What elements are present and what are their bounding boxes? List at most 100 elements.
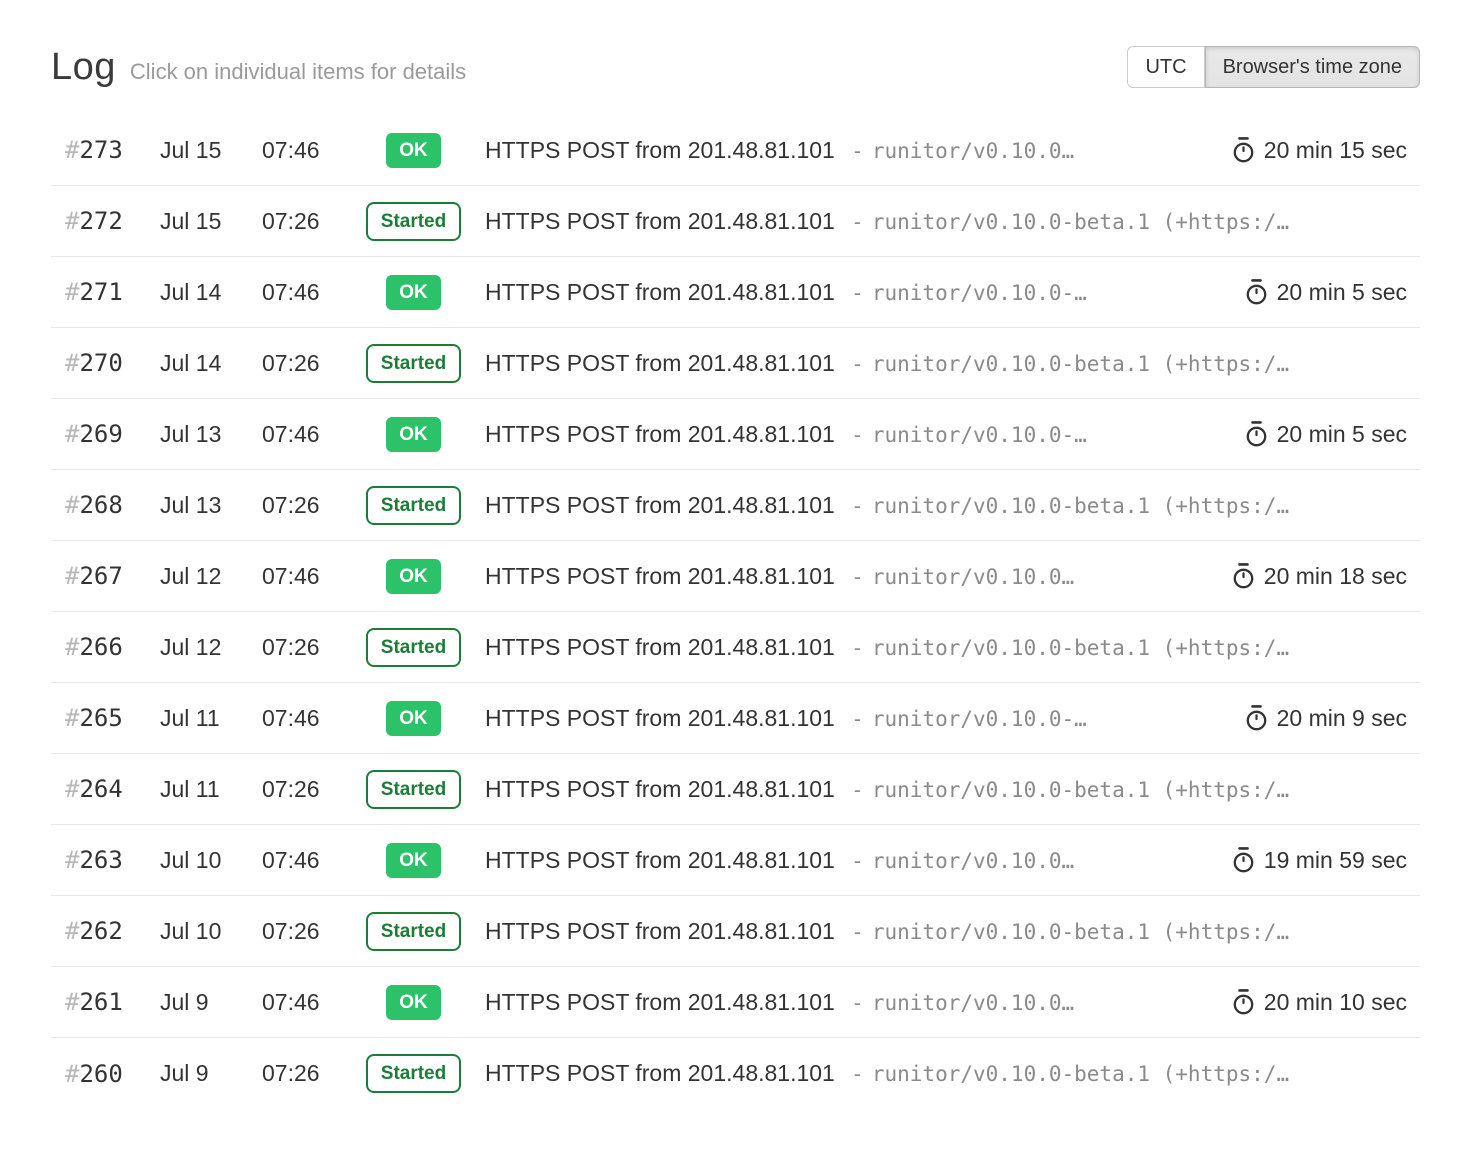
log-row[interactable]: #271 Jul 14 07:46 OK HTTPS POST from 201… xyxy=(51,257,1420,328)
row-number: #270 xyxy=(65,349,160,377)
number-hash: # xyxy=(65,562,79,590)
number-value: 261 xyxy=(79,988,122,1016)
page-header: Log Click on individual items for detail… xyxy=(51,44,1420,90)
number-hash: # xyxy=(65,420,79,448)
number-value: 263 xyxy=(79,846,122,874)
message-main: HTTPS POST from 201.48.81.101 xyxy=(485,350,835,377)
message-agent: runitor/v0.10.0-beta.1 (+https:/… xyxy=(872,494,1289,518)
log-row[interactable]: #270 Jul 14 07:26 Started HTTPS POST fro… xyxy=(51,328,1420,399)
status-cell: Started xyxy=(342,344,485,383)
message-separator: - xyxy=(854,282,861,306)
duration-text: 20 min 15 sec xyxy=(1264,137,1407,164)
row-number: #267 xyxy=(65,562,160,590)
status-badge-ok: OK xyxy=(386,843,441,878)
time-cell: 07:46 xyxy=(262,989,342,1016)
browser-timezone-button[interactable]: Browser's time zone xyxy=(1205,46,1420,88)
message-main: HTTPS POST from 201.48.81.101 xyxy=(485,705,835,732)
stopwatch-icon xyxy=(1232,846,1255,874)
duration-text: 20 min 5 sec xyxy=(1277,421,1407,448)
message-main: HTTPS POST from 201.48.81.101 xyxy=(485,634,835,661)
log-row[interactable]: #260 Jul 9 07:26 Started HTTPS POST from… xyxy=(51,1038,1420,1109)
message: HTTPS POST from 201.48.81.101 - runitor/… xyxy=(485,918,1407,945)
message-separator: - xyxy=(854,140,861,164)
log-row[interactable]: #263 Jul 10 07:46 OK HTTPS POST from 201… xyxy=(51,825,1420,896)
status-badge-started: Started xyxy=(366,344,461,383)
number-hash: # xyxy=(65,278,79,306)
message-agent: runitor/v0.10.0-… xyxy=(872,423,1087,447)
message-main: HTTPS POST from 201.48.81.101 xyxy=(485,137,835,164)
log-row[interactable]: #266 Jul 12 07:26 Started HTTPS POST fro… xyxy=(51,612,1420,683)
row-number: #264 xyxy=(65,775,160,803)
status-cell: Started xyxy=(342,912,485,951)
message-agent: runitor/v0.10.0-beta.1 (+https:/… xyxy=(872,778,1289,802)
status-badge-started: Started xyxy=(366,1054,461,1093)
number-value: 270 xyxy=(79,349,122,377)
message: HTTPS POST from 201.48.81.101 - runitor/… xyxy=(485,776,1407,803)
number-hash: # xyxy=(65,633,79,661)
row-number: #268 xyxy=(65,491,160,519)
message-separator: - xyxy=(854,637,861,661)
message-agent: runitor/v0.10.0-… xyxy=(872,707,1087,731)
message-main: HTTPS POST from 201.48.81.101 xyxy=(485,208,835,235)
duration-text: 20 min 5 sec xyxy=(1277,279,1407,306)
message-separator: - xyxy=(854,779,861,803)
log-row[interactable]: #267 Jul 12 07:46 OK HTTPS POST from 201… xyxy=(51,541,1420,612)
stopwatch-icon xyxy=(1232,136,1255,164)
number-hash: # xyxy=(65,136,79,164)
status-badge-started: Started xyxy=(366,628,461,667)
log-row[interactable]: #265 Jul 11 07:46 OK HTTPS POST from 201… xyxy=(51,683,1420,754)
duration: 20 min 9 sec xyxy=(1245,704,1407,732)
status-cell: OK xyxy=(342,843,485,878)
log-row[interactable]: #262 Jul 10 07:26 Started HTTPS POST fro… xyxy=(51,896,1420,967)
status-cell: Started xyxy=(342,202,485,241)
log-row[interactable]: #264 Jul 11 07:26 Started HTTPS POST fro… xyxy=(51,754,1420,825)
status-badge-ok: OK xyxy=(386,275,441,310)
message-separator: - xyxy=(854,495,861,519)
time-cell: 07:46 xyxy=(262,563,342,590)
duration: 20 min 5 sec xyxy=(1245,278,1407,306)
stopwatch-icon xyxy=(1245,704,1268,732)
number-hash: # xyxy=(65,491,79,519)
log-row[interactable]: #272 Jul 15 07:26 Started HTTPS POST fro… xyxy=(51,186,1420,257)
message-agent: runitor/v0.10.0… xyxy=(872,991,1074,1015)
message-agent: runitor/v0.10.0… xyxy=(872,139,1074,163)
message: HTTPS POST from 201.48.81.101 - runitor/… xyxy=(485,634,1407,661)
status-cell: Started xyxy=(342,770,485,809)
date-cell: Jul 10 xyxy=(160,847,262,874)
log-page: Log Click on individual items for detail… xyxy=(0,0,1470,1109)
message-main: HTTPS POST from 201.48.81.101 xyxy=(485,776,835,803)
date-cell: Jul 11 xyxy=(160,705,262,732)
message: HTTPS POST from 201.48.81.101 - runitor/… xyxy=(485,137,1206,164)
duration-text: 19 min 59 sec xyxy=(1264,847,1407,874)
number-value: 271 xyxy=(79,278,122,306)
message: HTTPS POST from 201.48.81.101 - runitor/… xyxy=(485,705,1219,732)
date-cell: Jul 12 xyxy=(160,634,262,661)
log-row[interactable]: #268 Jul 13 07:26 Started HTTPS POST fro… xyxy=(51,470,1420,541)
message-separator: - xyxy=(854,424,861,448)
number-value: 264 xyxy=(79,775,122,803)
message-main: HTTPS POST from 201.48.81.101 xyxy=(485,918,835,945)
log-row[interactable]: #273 Jul 15 07:46 OK HTTPS POST from 201… xyxy=(51,115,1420,186)
time-cell: 07:26 xyxy=(262,634,342,661)
message: HTTPS POST from 201.48.81.101 - runitor/… xyxy=(485,350,1407,377)
status-badge-started: Started xyxy=(366,912,461,951)
row-number: #265 xyxy=(65,704,160,732)
row-number: #272 xyxy=(65,207,160,235)
message-main: HTTPS POST from 201.48.81.101 xyxy=(485,279,835,306)
time-cell: 07:26 xyxy=(262,1060,342,1087)
stopwatch-icon xyxy=(1232,562,1255,590)
number-hash: # xyxy=(65,846,79,874)
row-number: #269 xyxy=(65,420,160,448)
message-agent: runitor/v0.10.0-beta.1 (+https:/… xyxy=(872,1062,1289,1086)
utc-button[interactable]: UTC xyxy=(1127,46,1204,88)
time-cell: 07:26 xyxy=(262,776,342,803)
time-cell: 07:46 xyxy=(262,279,342,306)
message-agent: runitor/v0.10.0-… xyxy=(872,281,1087,305)
message-separator: - xyxy=(854,353,861,377)
status-badge-ok: OK xyxy=(386,701,441,736)
log-row[interactable]: #261 Jul 9 07:46 OK HTTPS POST from 201.… xyxy=(51,967,1420,1038)
number-value: 260 xyxy=(79,1060,122,1088)
log-row[interactable]: #269 Jul 13 07:46 OK HTTPS POST from 201… xyxy=(51,399,1420,470)
message: HTTPS POST from 201.48.81.101 - runitor/… xyxy=(485,847,1206,874)
time-cell: 07:46 xyxy=(262,137,342,164)
